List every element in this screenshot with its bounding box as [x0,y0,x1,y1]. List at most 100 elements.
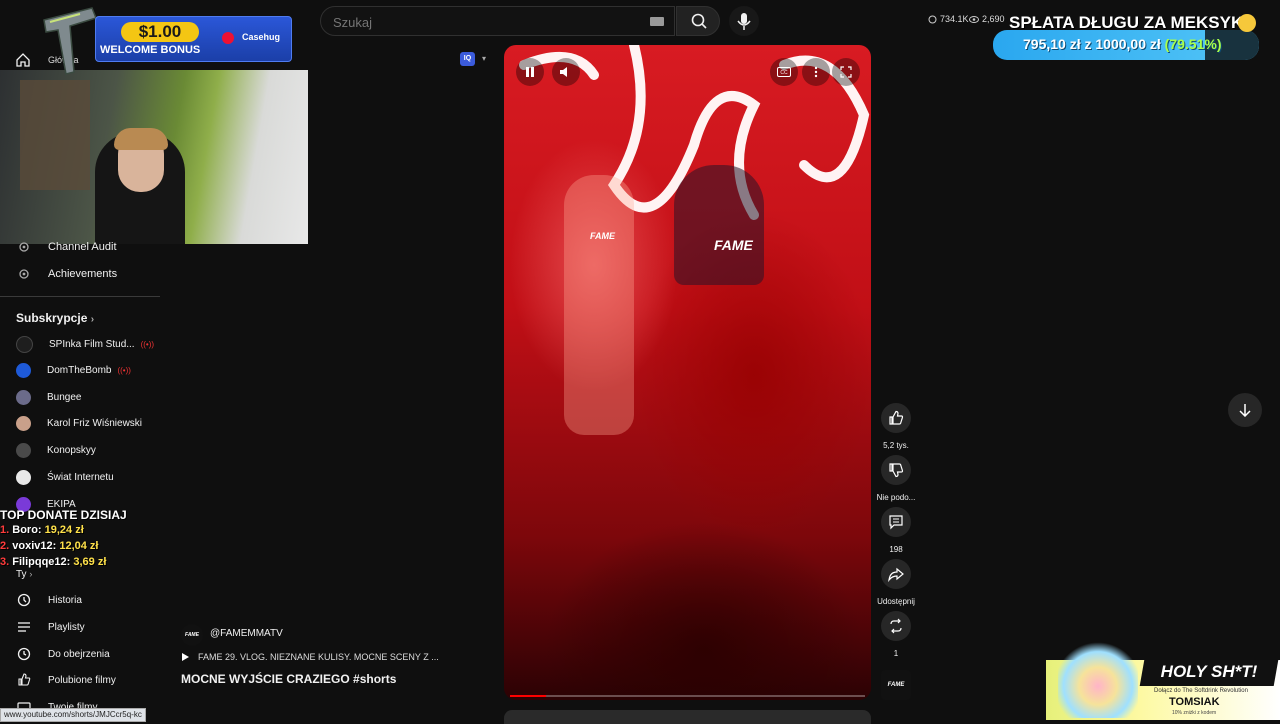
sponsor-headline: HOLY SH*T! [1160,662,1258,681]
pause-icon [526,67,534,77]
bonus-banner: $1.00 WELCOME BONUS Casehug [95,16,292,62]
sidebar-sub-karol-friz[interactable]: Karol Friz Wiśniewski [0,410,160,436]
chevron-down-icon[interactable]: ▾ [482,54,486,63]
bonus-amount: $1.00 [121,22,199,42]
viewer-count: 734.1K [928,14,969,24]
home-nav[interactable] [16,53,30,67]
clock-icon [928,15,937,23]
search-button[interactable] [676,6,720,36]
iq-extension-icon[interactable]: IQ [460,52,475,66]
mic-icon [737,13,751,30]
arrow-down-icon [1239,404,1251,417]
jersey-text: FAME [714,237,753,253]
chevron-right-icon: › [29,569,33,579]
sponsor-subtitle: Dołącz do The Softdrink Revolution [1154,688,1248,694]
sidebar-sub-konopskyy[interactable]: Konopskyy [0,437,160,463]
captions-button[interactable]: CC [770,58,798,86]
ring-girl-figure [564,175,634,435]
remix-icon [881,611,911,641]
fullscreen-icon [840,66,852,78]
channel-handle[interactable]: @FAMEMMATV [210,628,283,639]
volume-button[interactable] [552,58,580,86]
sponsor-overlay: HOLY SH*T! Dołącz do The Softdrink Revol… [1046,638,1280,720]
live-icon: ((•)) [117,365,131,375]
crowd-shadow [504,400,871,700]
volume-icon [560,67,567,77]
fullscreen-button[interactable] [832,58,860,86]
fighter-figure [674,165,764,285]
gun-graphic [40,0,100,78]
sidebar-item-history[interactable]: Historia [0,587,160,613]
video-title: MOCNE WYJŚCIE CRAZIEGO #shorts [181,672,397,686]
dislike-icon [881,455,911,485]
progress-fill [510,695,546,697]
jersey-text: FAME [590,231,616,241]
voice-search-button[interactable] [729,6,759,36]
channel-avatar [16,415,31,431]
search-icon [691,13,707,29]
cc-icon: CC [777,67,791,77]
gear-icon [16,239,32,255]
bonus-brand: Casehug [242,32,281,42]
streamer-hair [114,128,168,150]
goal-amount: 795,10 zł z 1000,00 zł (79.51%) [1023,36,1222,52]
sponsor-name: TOMSIAK [1169,696,1220,708]
channel-avatar [16,469,31,485]
sidebar-item-channel-audit[interactable]: Channel Audit [0,234,160,260]
play-icon [182,653,189,661]
subscriptions-header[interactable]: Subskrypcje › [16,311,94,325]
pause-button[interactable] [516,58,544,86]
share-button[interactable]: Udostępnij [876,559,916,606]
like-icon [16,672,32,688]
goal-title: SPŁATA DŁUGU ZA MEKSYK [1009,13,1244,32]
you-header[interactable]: Ty › [16,569,32,580]
search-input[interactable] [331,14,635,31]
keyboard-icon[interactable] [650,17,664,26]
sidebar-divider [0,296,160,297]
history-icon [16,592,32,608]
eye-icon [969,15,979,23]
bonus-text: WELCOME BONUS [100,44,201,56]
channel-avatar [16,335,33,353]
playlist-icon [16,619,32,635]
search-box[interactable] [320,6,675,36]
shelf-image [20,80,90,190]
sidebar-item-liked[interactable]: Polubione filmy [0,667,160,693]
donate-entry: 2. voxiv12: 12,04 zł [0,540,99,552]
comments-button[interactable]: 198 [876,507,916,554]
sidebar-sub-swiat-internetu[interactable]: Świat Internetu [0,464,160,490]
like-icon [881,403,911,433]
sidebar-sub-spinka[interactable]: SPInka Film Stud... ((•)) [0,331,160,357]
live-icon: ((•)) [140,339,155,349]
channel-avatar [16,362,31,378]
video-progress-bar[interactable] [510,695,865,697]
channel-avatar[interactable]: FAME [181,624,203,646]
comment-icon [881,507,911,537]
channel-logo-thumbnail[interactable]: FAME [881,670,911,700]
remix-button[interactable]: 1 [876,611,916,658]
next-video-button[interactable] [1228,393,1262,427]
top-donate-overlay: TOP DONATE DZISIAJ 1. Boro: 19,24 zł 2. … [0,508,160,570]
donate-entry: 3. Filipqqe12: 3,69 zł [0,556,107,568]
casehug-logo-icon [222,32,234,44]
more-options-button[interactable] [802,58,830,86]
sidebar-item-watch-later[interactable]: Do obejrzenia [0,641,160,667]
gear-icon [16,266,32,282]
webcam-overlay [0,70,308,244]
sponsor-discount: 10% zniżki z kodem [1172,710,1217,716]
home-icon [16,53,30,67]
like-button[interactable]: 5,2 tys. [876,403,916,450]
product-image [1058,638,1138,718]
dislike-button[interactable]: Nie podo... [876,455,916,502]
sidebar-sub-domthebomb[interactable]: DomTheBomb ((•)) [0,357,160,383]
next-short-preview[interactable] [504,710,871,724]
channel-avatar [16,389,31,405]
svg-text:CC: CC [780,70,788,76]
sidebar-item-playlists[interactable]: Playlisty [0,614,160,640]
short-video-player[interactable]: FAME FAME CC [504,45,871,700]
share-icon [881,559,911,589]
sidebar-sub-bungee[interactable]: Bungee [0,384,160,410]
playlist-link[interactable]: FAME 29. VLOG. NIEZNANE KULISY. MOCNE SC… [181,652,439,662]
channel-avatar [16,442,31,458]
sidebar-item-achievements[interactable]: Achievements [0,261,160,287]
